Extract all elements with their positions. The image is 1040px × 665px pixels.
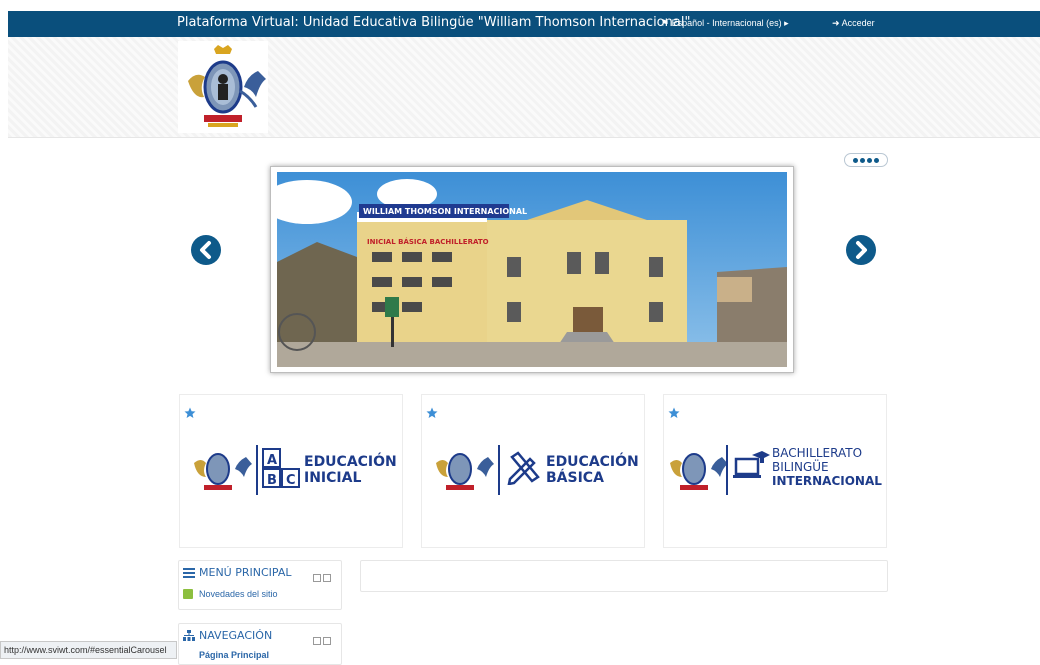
login-label: Acceder	[841, 18, 875, 28]
page-header	[8, 37, 1040, 138]
dock-icon[interactable]	[313, 637, 331, 645]
carousel-indicators[interactable]	[844, 153, 888, 167]
caret-right-icon: ▸	[784, 18, 789, 28]
graduation-laptop-icon	[733, 451, 770, 478]
carousel-prev-button[interactable]	[191, 235, 221, 265]
abc-blocks-icon: A B C	[262, 448, 300, 488]
school-crest-icon	[436, 445, 500, 495]
carousel-indicator[interactable]	[867, 157, 872, 163]
star-icon	[184, 407, 196, 418]
sitemap-icon	[183, 630, 195, 641]
sign-top-text: WILLIAM THOMSON INTERNACIONAL	[363, 207, 527, 216]
star-icon	[668, 407, 680, 418]
dock-icon[interactable]	[313, 574, 331, 582]
course-label-line2: BILINGÜE	[772, 460, 829, 474]
course-card-inicial[interactable]: A B C EDUCACIÓN INICIAL	[179, 394, 403, 548]
site-title[interactable]: Plataforma Virtual: Unidad Educativa Bil…	[177, 15, 690, 30]
school-building-image: WILLIAM THOMSON INTERNACIONAL INICIAL BÁ…	[277, 172, 787, 367]
course-label-line2: INICIAL	[304, 470, 362, 486]
course-card-basica[interactable]: EDUCACIÓN BÁSICA	[421, 394, 645, 548]
block-controls[interactable]	[313, 632, 331, 650]
sign-in-icon: ➜	[832, 18, 840, 28]
carousel-indicator[interactable]	[860, 157, 865, 163]
main-menu-title: MENÚ PRINCIPAL	[199, 566, 292, 579]
carousel-next-button[interactable]	[846, 235, 876, 265]
language-menu[interactable]: ⚑ Español - Internacional (es) ▸	[661, 18, 789, 29]
course-image-basica: EDUCACIÓN BÁSICA	[422, 433, 644, 545]
login-link[interactable]: ➜ Acceder	[832, 18, 875, 29]
course-card-bachillerato[interactable]: BACHILLERATO BILINGÜE INTERNACIONAL	[663, 394, 887, 548]
star-icon	[426, 407, 438, 418]
course-label-line2: BÁSICA	[546, 470, 604, 486]
navigation-block: NAVEGACIÓN Página Principal	[178, 623, 342, 665]
svg-text:B: B	[267, 473, 277, 488]
block-controls[interactable]	[313, 569, 331, 587]
carousel-indicator[interactable]	[874, 157, 879, 163]
language-label: Español - Internacional (es)	[671, 18, 782, 28]
sign-bottom-text: INICIAL BÁSICA BACHILLERATO	[367, 237, 489, 246]
browser-status-url: http://www.sviwt.com/#essentialCarousel	[0, 641, 177, 659]
carousel-indicator[interactable]	[853, 157, 858, 163]
svg-text:A: A	[267, 453, 277, 468]
navigation-title: NAVEGACIÓN	[199, 629, 273, 642]
school-logo[interactable]	[178, 41, 268, 133]
pencil-ruler-icon	[507, 451, 540, 485]
course-image-inicial: A B C EDUCACIÓN INICIAL	[180, 433, 402, 545]
bars-icon	[183, 568, 195, 578]
chevron-right-icon	[856, 241, 867, 259]
main-content-box	[360, 560, 888, 592]
top-navbar: Plataforma Virtual: Unidad Educativa Bil…	[8, 11, 1040, 37]
home-page-link[interactable]: Página Principal	[199, 650, 269, 660]
news-icon	[183, 589, 193, 599]
course-label-line1: EDUCACIÓN	[304, 454, 397, 470]
carousel-slide[interactable]: WILLIAM THOMSON INTERNACIONAL INICIAL BÁ…	[270, 166, 794, 373]
course-label-line1: BACHILLERATO	[772, 446, 863, 460]
course-image-bachillerato: BACHILLERATO BILINGÜE INTERNACIONAL	[664, 433, 886, 545]
svg-text:C: C	[286, 473, 296, 488]
course-label-line1: EDUCACIÓN	[546, 454, 639, 470]
chevron-left-icon	[200, 241, 211, 259]
flag-icon: ⚑	[661, 18, 670, 28]
main-menu-block: MENÚ PRINCIPAL Novedades del sitio	[178, 560, 342, 610]
course-label-line3: INTERNACIONAL	[772, 474, 882, 488]
site-news-link[interactable]: Novedades del sitio	[199, 589, 278, 599]
